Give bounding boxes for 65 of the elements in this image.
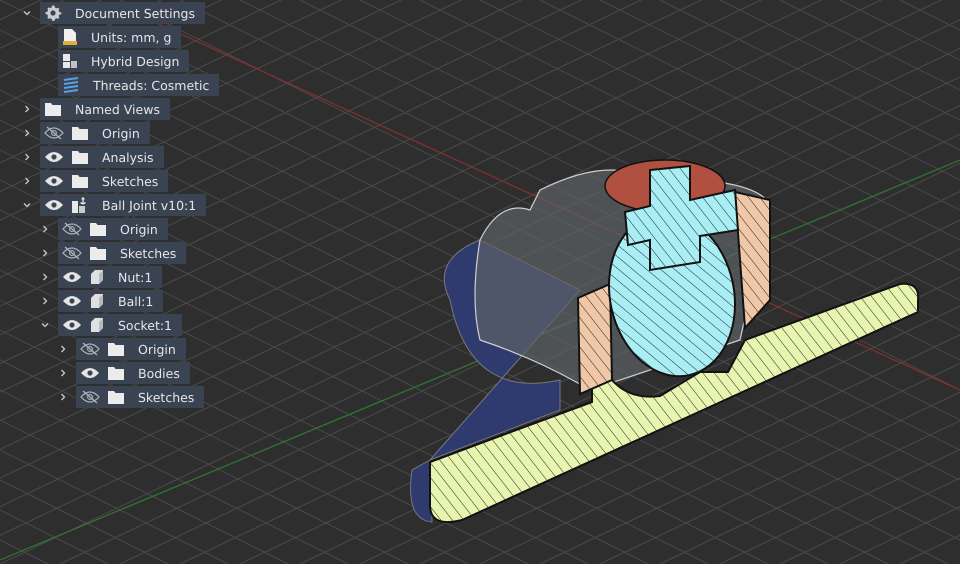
item-label: Origin: [120, 222, 158, 236]
item-label: Sketches: [120, 246, 176, 260]
browser-item[interactable]: Ball Joint v10:1: [40, 194, 206, 216]
folder-icon: [44, 102, 62, 116]
item-label: Sketches: [138, 390, 194, 404]
browser-item[interactable]: Threads: Cosmetic: [58, 74, 220, 96]
folder-icon: [89, 222, 107, 236]
eye-icon[interactable]: [62, 270, 82, 284]
browser-item[interactable]: Nut:1: [58, 266, 162, 288]
item-label: Threads: Cosmetic: [93, 78, 210, 92]
folder-icon: [71, 126, 89, 140]
browser-item[interactable]: Units: mm, g: [58, 26, 182, 48]
item-label: Origin: [138, 342, 176, 356]
eye-slash-icon[interactable]: [80, 390, 100, 404]
browser-item[interactable]: Origin: [58, 218, 168, 240]
browser-item[interactable]: Ball:1: [58, 290, 164, 312]
browser-item[interactable]: Origin: [76, 338, 186, 360]
eye-icon[interactable]: [44, 150, 64, 164]
cube-icon: [89, 269, 105, 285]
blocks-icon: [62, 53, 78, 69]
item-label: Hybrid Design: [91, 54, 180, 68]
item-label: Analysis: [102, 150, 154, 164]
threads-icon: [62, 77, 80, 93]
browser-item[interactable]: Origin: [40, 122, 150, 144]
cube-icon: [89, 293, 105, 309]
eye-slash-icon[interactable]: [62, 246, 82, 260]
browser-item[interactable]: Sketches: [76, 386, 204, 408]
browser-item[interactable]: Named Views: [40, 98, 170, 120]
item-label: Ball:1: [118, 294, 154, 308]
ball-joint-model-drawing[interactable]: [410, 159, 920, 524]
eye-slash-icon[interactable]: [80, 342, 100, 356]
eye-icon[interactable]: [62, 294, 82, 308]
eye-slash-icon[interactable]: [62, 222, 82, 236]
item-label: Origin: [102, 126, 140, 140]
folder-icon: [107, 342, 125, 356]
item-label: Ball Joint v10:1: [102, 198, 196, 212]
browser-item[interactable]: Socket:1: [58, 314, 182, 336]
item-label: Named Views: [75, 102, 160, 116]
item-label: Sketches: [102, 174, 158, 188]
eye-icon[interactable]: [62, 318, 82, 332]
browser-item[interactable]: Analysis: [40, 146, 164, 168]
item-label: Bodies: [138, 366, 180, 380]
viewport[interactable]: Document Settings Units: mm, g Hybrid Design Threads: Cosmetic Named Views Origin Analysis Sketches Ball Joint v10:1 Origin Sketches Nut:1 Ball:1 Socket:1 Origin Bodies Sketches: [0, 0, 960, 564]
item-label: Socket:1: [118, 318, 172, 332]
folder-icon: [71, 150, 89, 164]
gear-icon: [44, 4, 62, 22]
eye-slash-icon[interactable]: [44, 126, 64, 140]
folder-icon: [107, 366, 125, 380]
component-anchor-icon: [71, 196, 89, 214]
browser-item[interactable]: Sketches: [58, 242, 186, 264]
item-label: Nut:1: [118, 270, 152, 284]
eye-icon[interactable]: [44, 174, 64, 188]
eye-icon[interactable]: [44, 198, 64, 212]
folder-icon: [71, 174, 89, 188]
eye-icon[interactable]: [80, 366, 100, 380]
document-ruler-icon: [62, 28, 78, 46]
browser-item[interactable]: Hybrid Design: [58, 50, 190, 72]
browser-item[interactable]: Sketches: [40, 170, 168, 192]
folder-icon: [107, 390, 125, 404]
cube-icon: [89, 317, 105, 333]
item-label: Document Settings: [75, 6, 196, 20]
item-label: Units: mm, g: [91, 30, 172, 44]
folder-icon: [89, 246, 107, 260]
browser-item[interactable]: Bodies: [76, 362, 190, 384]
browser-item[interactable]: Document Settings: [40, 2, 206, 24]
